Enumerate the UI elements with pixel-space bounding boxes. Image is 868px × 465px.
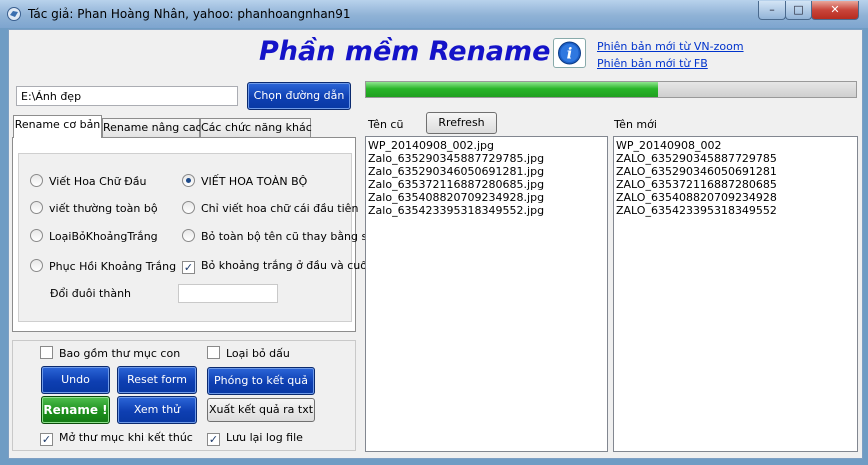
- path-input[interactable]: [16, 86, 238, 106]
- refresh-button[interactable]: Rrefresh: [426, 112, 497, 134]
- option-open-folder[interactable]: ✓ Mở thư mục khi kết thúc: [40, 431, 193, 446]
- checkbox-include-subfolders[interactable]: [40, 346, 53, 359]
- new-names-label: Tên mới: [614, 118, 657, 131]
- option-save-log[interactable]: ✓ Lưu lại log file: [207, 431, 303, 446]
- tab-other-functions[interactable]: Các chức năng khác: [200, 118, 312, 137]
- list-item[interactable]: ZALO_635290345887729785: [616, 152, 855, 165]
- list-item[interactable]: ZALO_635290346050691281: [616, 165, 855, 178]
- zoom-result-button[interactable]: Phóng to kết quả: [207, 367, 315, 395]
- option-restore-spaces[interactable]: Phục Hồi Khoảng Trắng: [30, 259, 176, 273]
- checkbox-save-log[interactable]: ✓: [207, 433, 220, 446]
- list-item[interactable]: Zalo_635423395318349552.jpg: [368, 204, 605, 217]
- link-facebook[interactable]: Phiên bản mới từ FB: [597, 57, 708, 70]
- minimize-button[interactable]: –: [758, 1, 786, 20]
- radio-capitalize-first-letter-only[interactable]: [182, 201, 195, 214]
- close-button[interactable]: ✕: [811, 1, 859, 20]
- rename-button[interactable]: Rename !: [41, 396, 110, 424]
- radio-replace-with-number[interactable]: [182, 229, 195, 242]
- checkbox-trim-spaces[interactable]: ✓: [182, 261, 195, 274]
- option-remove-spaces[interactable]: LoạiBỏKhoảngTrắng: [30, 229, 158, 243]
- list-item[interactable]: ZALO_635423395318349552: [616, 204, 855, 217]
- list-item[interactable]: WP_20140908_002.jpg: [368, 139, 605, 152]
- radio-capitalize-first[interactable]: [30, 174, 43, 187]
- progress-fill: [366, 82, 658, 97]
- svg-text:i: i: [567, 45, 573, 63]
- extension-input[interactable]: [178, 284, 278, 303]
- app-icon: [7, 7, 21, 21]
- option-remove-accents[interactable]: Loại bỏ dấu: [207, 346, 290, 360]
- radio-restore-spaces[interactable]: [30, 259, 43, 272]
- maximize-button[interactable]: □: [785, 1, 812, 20]
- option-include-subfolders[interactable]: Bao gồm thư mục con: [40, 346, 180, 360]
- radio-remove-spaces[interactable]: [30, 229, 43, 242]
- list-item[interactable]: WP_20140908_002: [616, 139, 855, 152]
- option-uppercase-all[interactable]: VIẾT HOA TOÀN BỘ: [182, 174, 307, 188]
- checkbox-open-folder[interactable]: ✓: [40, 433, 53, 446]
- checkbox-remove-accents[interactable]: [207, 346, 220, 359]
- app-title: Phần mềm Rename: [259, 36, 551, 67]
- option-replace-with-number[interactable]: Bỏ toàn bộ tên cũ thay bằng số: [182, 229, 374, 243]
- tab-rename-basic[interactable]: Rename cơ bản: [13, 115, 102, 138]
- tab-rename-advanced[interactable]: Rename nâng cao: [102, 118, 202, 137]
- reset-form-button[interactable]: Reset form: [117, 366, 197, 394]
- option-capitalize-first[interactable]: Viết Hoa Chữ Đầu: [30, 174, 147, 188]
- list-item[interactable]: Zalo_635372116887280685.jpg: [368, 178, 605, 191]
- undo-button[interactable]: Undo: [41, 366, 110, 394]
- export-txt-button[interactable]: Xuất kết quả ra txt: [207, 398, 315, 422]
- radio-lowercase-all[interactable]: [30, 201, 43, 214]
- preview-button[interactable]: Xem thử trước: [117, 396, 197, 442]
- list-item[interactable]: Zalo_635290345887729785.jpg: [368, 152, 605, 165]
- new-names-list[interactable]: WP_20140908_002 ZALO_635290345887729785 …: [613, 136, 858, 452]
- info-icon[interactable]: i: [553, 38, 586, 68]
- change-extension-label: Đổi đuôi thành: [50, 287, 132, 300]
- radio-uppercase-all[interactable]: [182, 174, 195, 187]
- list-item[interactable]: Zalo_635408820709234928.jpg: [368, 191, 605, 204]
- link-vnzoom[interactable]: Phiên bản mới từ VN-zoom: [597, 40, 744, 53]
- window-title: Tác giả: Phan Hoàng Nhân, yahoo: phanhoa…: [28, 7, 351, 21]
- list-item[interactable]: Zalo_635290346050691281.jpg: [368, 165, 605, 178]
- choose-path-button[interactable]: Chọn đường dẫn: [247, 82, 351, 110]
- old-names-list[interactable]: WP_20140908_002.jpg Zalo_635290345887729…: [365, 136, 608, 452]
- option-capitalize-first-letter-only[interactable]: Chỉ viết hoa chữ cái đầu tiên: [182, 201, 358, 215]
- progress-bar: [365, 81, 857, 98]
- option-trim-spaces[interactable]: ✓ Bỏ khoảng trắng ở đầu và cuối: [182, 259, 370, 274]
- list-item[interactable]: ZALO_635372116887280685: [616, 178, 855, 191]
- old-names-label: Tên cũ: [368, 118, 404, 131]
- list-item[interactable]: ZALO_635408820709234928: [616, 191, 855, 204]
- option-lowercase-all[interactable]: viết thường toàn bộ: [30, 201, 158, 215]
